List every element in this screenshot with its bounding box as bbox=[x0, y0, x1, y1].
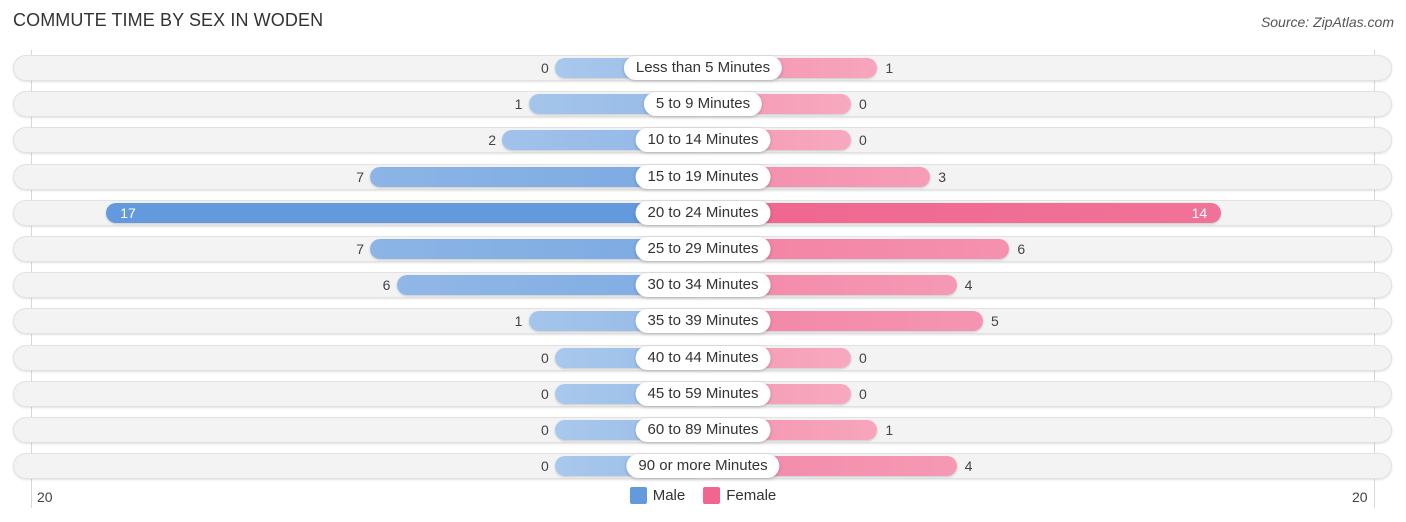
value-label-female: 0 bbox=[859, 96, 867, 113]
value-label-female: 0 bbox=[859, 349, 867, 366]
value-label-female: 4 bbox=[964, 458, 973, 475]
value-label-male: 0 bbox=[541, 349, 549, 366]
chart-title: COMMUTE TIME BY SEX IN WODEN bbox=[13, 10, 324, 30]
category-label: 45 to 59 Minutes bbox=[635, 381, 771, 406]
value-label-female: 0 bbox=[859, 132, 867, 149]
value-label-female: 6 bbox=[1017, 241, 1026, 257]
legend: Male Female bbox=[0, 487, 1406, 504]
category-label: 30 to 34 Minutes bbox=[635, 273, 771, 298]
legend-label-female: Female bbox=[726, 487, 777, 504]
value-label-male: 7 bbox=[356, 168, 364, 185]
category-label: 20 to 24 Minutes bbox=[635, 200, 771, 225]
legend-item-male[interactable]: Male bbox=[629, 487, 686, 504]
value-label-male: 0 bbox=[541, 60, 549, 76]
category-label: 10 to 14 Minutes bbox=[635, 128, 771, 153]
category-label: Less than 5 Minutes bbox=[623, 56, 783, 80]
category-label: 5 to 9 Minutes bbox=[643, 92, 763, 117]
bar-female[interactable] bbox=[703, 202, 1221, 223]
category-label: 60 to 89 Minutes bbox=[635, 418, 771, 442]
bar-male[interactable] bbox=[106, 202, 703, 223]
chart-source: Source: ZipAtlas.com bbox=[1260, 14, 1394, 30]
category-label: 35 to 39 Minutes bbox=[635, 309, 771, 334]
value-label-male: 0 bbox=[541, 458, 549, 475]
legend-swatch-female bbox=[703, 487, 721, 504]
value-label-male: 2 bbox=[488, 132, 496, 149]
value-label-male: 1 bbox=[514, 313, 523, 330]
value-label-female: 14 bbox=[1191, 204, 1208, 221]
category-label: 25 to 29 Minutes bbox=[635, 237, 771, 261]
value-label-female: 1 bbox=[885, 60, 894, 76]
value-label-female: 5 bbox=[991, 313, 999, 330]
value-label-male: 7 bbox=[356, 241, 364, 257]
legend-swatch-male bbox=[629, 487, 647, 504]
chart: COMMUTE TIME BY SEX IN WODEN Source: Zip… bbox=[0, 0, 1406, 522]
value-label-female: 4 bbox=[964, 277, 973, 294]
value-label-male: 6 bbox=[382, 277, 391, 294]
legend-item-female[interactable]: Female bbox=[703, 487, 776, 504]
category-label: 90 or more Minutes bbox=[626, 454, 780, 479]
value-label-female: 0 bbox=[859, 385, 867, 402]
value-label-female: 3 bbox=[938, 168, 946, 185]
category-label: 15 to 19 Minutes bbox=[635, 164, 771, 189]
legend-label-male: Male bbox=[652, 487, 686, 504]
category-label: 40 to 44 Minutes bbox=[635, 345, 771, 370]
value-label-male: 1 bbox=[514, 96, 523, 113]
value-label-female: 1 bbox=[885, 422, 894, 438]
value-label-male: 0 bbox=[541, 385, 549, 402]
value-label-male: 17 bbox=[120, 204, 136, 221]
value-label-male: 0 bbox=[541, 422, 549, 438]
